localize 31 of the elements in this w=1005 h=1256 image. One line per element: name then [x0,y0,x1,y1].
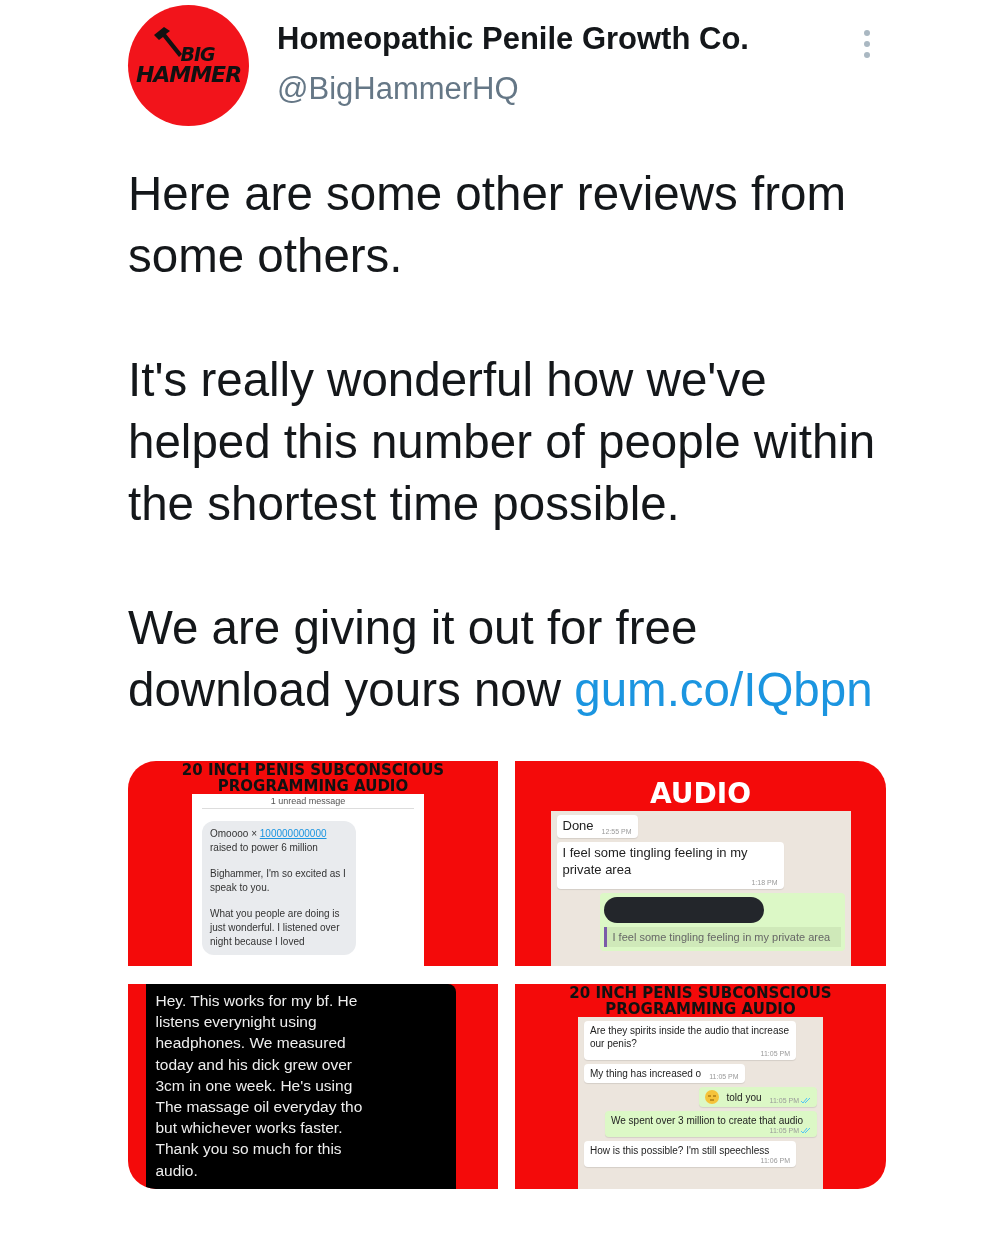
message-text: My thing has increased o [590,1067,702,1080]
message-text: What you people are doing is just wonderful. I listened over night because I loved [210,907,341,949]
review-text: Hey. This works for my bf. He listens everynight using headphones. We measured today and his dick grew over 3cm in one week. He's using The massage oil everyday tho but whichever works faster. Thank you so much for this audio. [155,991,364,1181]
message-text: Done [562,818,594,835]
image-title: 20 INCH PENIS SUBCONSCIOUS [569,985,832,1001]
tweet-text: We are giving it out for free download yours now gum.co/IQbpn [128,600,874,718]
message-text: I feel some tingling feeling in my private area [562,844,749,879]
review-image[interactable] [128,761,498,966]
account-handle[interactable]: @BigHammerHQ [277,71,835,107]
logo-text: HAMMER [135,64,242,86]
tweet-link[interactable]: gum.co/IQbpn [574,663,873,716]
review-image[interactable] [515,984,886,1189]
account-name[interactable]: Homeopathic Penile Growth Co. [277,21,835,57]
message-text: Omoooo × 100000000000 raised to power 6 million [210,827,328,855]
quoted-message: I feel some tingling feeling in my private area [603,926,841,947]
message-text: How is this possible? I'm still speechless [590,1144,770,1157]
image-title: AUDIO [650,777,751,811]
image-title: PROGRAMMING AUDIO [605,1001,796,1017]
image-title: 20 INCH PENIS SUBCONSCIOUS [181,762,445,778]
logo-text: BIG [180,45,215,64]
message-text: Bighammer, I'm so excited as I speak to you. [210,867,347,895]
tweet-text: Here are some other reviews from some others. [128,166,848,284]
message-text: We spent over 3 million to create that audio [611,1114,804,1127]
number-link[interactable]: 100000000000 [259,828,327,839]
message-text: told you [726,1091,762,1104]
unread-divider: 1 unread message [202,796,414,809]
review-image[interactable] [128,984,498,1189]
image-title: PROGRAMMING AUDIO [217,778,409,794]
tweet-text: It's really wonderful how we've helped this number of people within the shortest time possible. [128,352,876,532]
profile-avatar[interactable]: BIG HAMMER [128,5,249,126]
message-text: Are they spirits inside the audio that increase our penis? [590,1024,790,1050]
